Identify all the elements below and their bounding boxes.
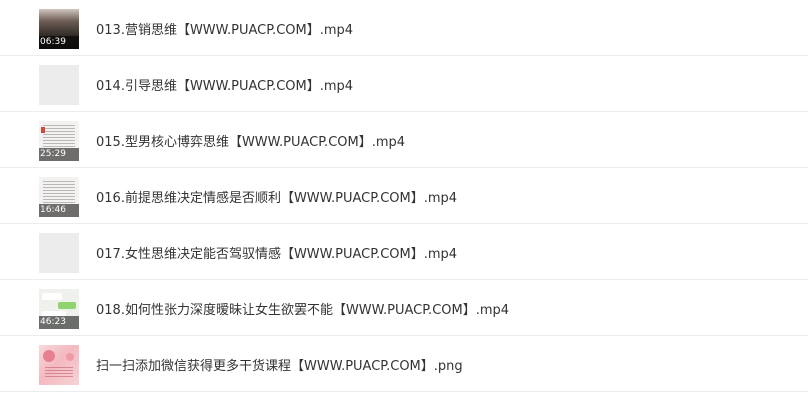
file-row[interactable]: 06:39 013.营销思维【WWW.PUACP.COM】.mp4 (0, 0, 808, 56)
file-name[interactable]: 018.如何性张力深度暧昧让女生欲罢不能【WWW.PUACP.COM】.mp4 (96, 280, 509, 336)
flower-decoration (66, 353, 74, 361)
file-name[interactable]: 017.女性思维决定能否驾驭情感【WWW.PUACP.COM】.mp4 (96, 224, 457, 280)
file-row[interactable]: 017.女性思维决定能否驾驭情感【WWW.PUACP.COM】.mp4 (0, 224, 808, 280)
file-name[interactable]: 扫一扫添加微信获得更多干货课程【WWW.PUACP.COM】.png (96, 336, 463, 392)
thumbnail-accent (41, 127, 45, 133)
file-row[interactable]: 扫一扫添加微信获得更多干货课程【WWW.PUACP.COM】.png (0, 336, 808, 392)
video-duration: 06:39 (39, 36, 79, 49)
file-row[interactable]: 46:23 018.如何性张力深度暧昧让女生欲罢不能【WWW.PUACP.COM… (0, 280, 808, 336)
file-row[interactable]: 014.引导思维【WWW.PUACP.COM】.mp4 (0, 56, 808, 112)
video-thumbnail-icon[interactable] (39, 65, 79, 105)
video-duration: 46:23 (39, 316, 79, 329)
file-name[interactable]: 014.引导思维【WWW.PUACP.COM】.mp4 (96, 56, 353, 112)
file-list: 06:39 013.营销思维【WWW.PUACP.COM】.mp4 014.引导… (0, 0, 808, 401)
file-name[interactable]: 013.营销思维【WWW.PUACP.COM】.mp4 (96, 0, 353, 56)
video-thumbnail-icon[interactable]: 25:29 (39, 121, 79, 161)
video-thumbnail-icon[interactable] (39, 233, 79, 273)
video-thumbnail-icon[interactable]: 06:39 (39, 9, 79, 49)
file-name[interactable]: 015.型男核心博弈思维【WWW.PUACP.COM】.mp4 (96, 112, 405, 168)
thumbnail-text-lines (45, 367, 73, 377)
file-row[interactable]: 16:46 016.前提思维决定情感是否顺利【WWW.PUACP.COM】.mp… (0, 168, 808, 224)
flower-decoration (43, 350, 55, 362)
video-duration: 25:29 (39, 148, 79, 161)
thumbnail-text-lines (43, 125, 75, 149)
file-row[interactable]: 25:29 015.型男核心博弈思维【WWW.PUACP.COM】.mp4 (0, 112, 808, 168)
video-thumbnail-icon[interactable]: 46:23 (39, 289, 79, 329)
video-thumbnail-icon[interactable]: 16:46 (39, 177, 79, 217)
file-name[interactable]: 016.前提思维决定情感是否顺利【WWW.PUACP.COM】.mp4 (96, 168, 457, 224)
video-duration: 16:46 (39, 204, 79, 217)
thumbnail-text-lines (43, 181, 75, 205)
chat-bubble (42, 293, 62, 300)
image-thumbnail-icon[interactable] (39, 345, 79, 385)
chat-bubble (58, 302, 76, 309)
